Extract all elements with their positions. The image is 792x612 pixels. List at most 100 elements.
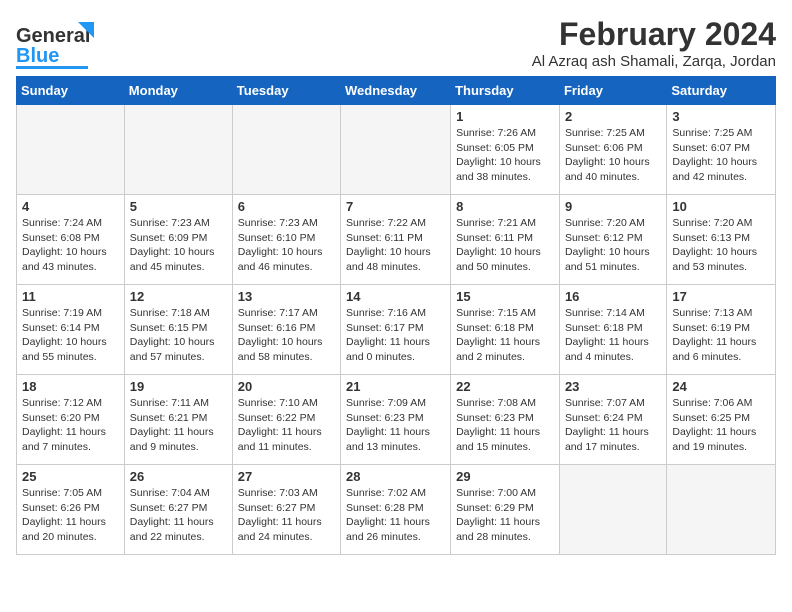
calendar-cell: 2 Sunrise: 7:25 AM Sunset: 6:06 PM Daylig… <box>559 105 666 195</box>
day-number: 14 <box>346 289 445 304</box>
day-number: 13 <box>238 289 335 304</box>
day-of-week-header: Friday <box>559 77 666 105</box>
calendar-table: SundayMondayTuesdayWednesdayThursdayFrid… <box>16 76 776 555</box>
day-of-week-header: Thursday <box>451 77 560 105</box>
day-info: Sunrise: 7:25 AM Sunset: 6:06 PM Dayligh… <box>565 126 661 185</box>
calendar-week-row: 11Sunrise: 7:19 AM Sunset: 6:14 PM Dayli… <box>17 285 776 375</box>
day-info: Sunrise: 7:25 AM Sunset: 6:07 PM Dayligh… <box>672 126 770 185</box>
calendar-cell: 26Sunrise: 7:04 AM Sunset: 6:27 PM Dayli… <box>124 465 232 555</box>
calendar-cell: 13Sunrise: 7:17 AM Sunset: 6:16 PM Dayli… <box>232 285 340 375</box>
calendar-week-row: 4 Sunrise: 7:24 AM Sunset: 6:08 PM Daylig… <box>17 195 776 285</box>
day-info: Sunrise: 7:26 AM Sunset: 6:05 PM Dayligh… <box>456 126 554 185</box>
calendar-cell: 28Sunrise: 7:02 AM Sunset: 6:28 PM Dayli… <box>341 465 451 555</box>
day-info: Sunrise: 7:19 AM Sunset: 6:14 PM Dayligh… <box>22 306 119 365</box>
calendar-cell: 27Sunrise: 7:03 AM Sunset: 6:27 PM Dayli… <box>232 465 340 555</box>
calendar-cell: 8 Sunrise: 7:21 AM Sunset: 6:11 PM Daylig… <box>451 195 560 285</box>
day-info: Sunrise: 7:07 AM Sunset: 6:24 PM Dayligh… <box>565 396 661 455</box>
calendar-cell: 4 Sunrise: 7:24 AM Sunset: 6:08 PM Daylig… <box>17 195 125 285</box>
day-info: Sunrise: 7:10 AM Sunset: 6:22 PM Dayligh… <box>238 396 335 455</box>
day-info: Sunrise: 7:13 AM Sunset: 6:19 PM Dayligh… <box>672 306 770 365</box>
calendar-cell: 9Sunrise: 7:20 AM Sunset: 6:12 PM Daylig… <box>559 195 666 285</box>
day-number: 22 <box>456 379 554 394</box>
calendar-cell: 29 Sunrise: 7:00 AM Sunset: 6:29 PM Dayli… <box>451 465 560 555</box>
calendar-cell: 23 Sunrise: 7:07 AM Sunset: 6:24 PM Dayli… <box>559 375 666 465</box>
day-number: 1 <box>456 109 554 124</box>
calendar-cell <box>667 465 776 555</box>
location: Al Azraq ash Shamali, Zarqa, Jordan <box>532 53 776 70</box>
day-info: Sunrise: 7:21 AM Sunset: 6:11 PM Dayligh… <box>456 216 554 275</box>
calendar-cell: 22 Sunrise: 7:08 AM Sunset: 6:23 PM Dayli… <box>451 375 560 465</box>
day-of-week-header: Monday <box>124 77 232 105</box>
day-info: Sunrise: 7:11 AM Sunset: 6:21 PM Dayligh… <box>130 396 227 455</box>
title-area: February 2024 Al Azraq ash Shamali, Zarq… <box>532 16 776 70</box>
calendar-cell: 18Sunrise: 7:12 AM Sunset: 6:20 PM Dayli… <box>17 375 125 465</box>
calendar-cell <box>17 105 125 195</box>
day-info: Sunrise: 7:08 AM Sunset: 6:23 PM Dayligh… <box>456 396 554 455</box>
day-of-week-header: Sunday <box>17 77 125 105</box>
calendar-cell: 16 Sunrise: 7:14 AM Sunset: 6:18 PM Dayli… <box>559 285 666 375</box>
calendar-cell: 14 Sunrise: 7:16 AM Sunset: 6:17 PM Dayli… <box>341 285 451 375</box>
day-number: 4 <box>22 199 119 214</box>
day-number: 2 <box>565 109 661 124</box>
day-number: 17 <box>672 289 770 304</box>
calendar-cell: 20 Sunrise: 7:10 AM Sunset: 6:22 PM Dayli… <box>232 375 340 465</box>
calendar-cell: 3 Sunrise: 7:25 AM Sunset: 6:07 PM Daylig… <box>667 105 776 195</box>
calendar-cell: 6 Sunrise: 7:23 AM Sunset: 6:10 PM Daylig… <box>232 195 340 285</box>
day-info: Sunrise: 7:16 AM Sunset: 6:17 PM Dayligh… <box>346 306 445 365</box>
day-info: Sunrise: 7:22 AM Sunset: 6:11 PM Dayligh… <box>346 216 445 275</box>
logo-svg: General Blue <box>16 20 106 72</box>
calendar-cell: 1 Sunrise: 7:26 AM Sunset: 6:05 PM Daylig… <box>451 105 560 195</box>
calendar-cell: 10 Sunrise: 7:20 AM Sunset: 6:13 PM Dayli… <box>667 195 776 285</box>
day-info: Sunrise: 7:06 AM Sunset: 6:25 PM Dayligh… <box>672 396 770 455</box>
day-info: Sunrise: 7:00 AM Sunset: 6:29 PM Dayligh… <box>456 486 554 545</box>
calendar-cell: 5 Sunrise: 7:23 AM Sunset: 6:09 PM Daylig… <box>124 195 232 285</box>
day-number: 24 <box>672 379 770 394</box>
day-info: Sunrise: 7:18 AM Sunset: 6:15 PM Dayligh… <box>130 306 227 365</box>
day-of-week-header: Saturday <box>667 77 776 105</box>
calendar-cell: 19 Sunrise: 7:11 AM Sunset: 6:21 PM Dayli… <box>124 375 232 465</box>
calendar-cell: 11Sunrise: 7:19 AM Sunset: 6:14 PM Dayli… <box>17 285 125 375</box>
day-info: Sunrise: 7:14 AM Sunset: 6:18 PM Dayligh… <box>565 306 661 365</box>
day-info: Sunrise: 7:15 AM Sunset: 6:18 PM Dayligh… <box>456 306 554 365</box>
calendar-cell: 17 Sunrise: 7:13 AM Sunset: 6:19 PM Dayli… <box>667 285 776 375</box>
day-info: Sunrise: 7:04 AM Sunset: 6:27 PM Dayligh… <box>130 486 227 545</box>
calendar-cell: 15 Sunrise: 7:15 AM Sunset: 6:18 PM Dayli… <box>451 285 560 375</box>
svg-text:General: General <box>16 25 90 47</box>
day-number: 10 <box>672 199 770 214</box>
day-info: Sunrise: 7:20 AM Sunset: 6:13 PM Dayligh… <box>672 216 770 275</box>
day-number: 16 <box>565 289 661 304</box>
day-number: 29 <box>456 469 554 484</box>
day-number: 5 <box>130 199 227 214</box>
day-number: 7 <box>346 199 445 214</box>
day-of-week-header: Tuesday <box>232 77 340 105</box>
calendar-week-row: 18Sunrise: 7:12 AM Sunset: 6:20 PM Dayli… <box>17 375 776 465</box>
day-info: Sunrise: 7:24 AM Sunset: 6:08 PM Dayligh… <box>22 216 119 275</box>
day-number: 3 <box>672 109 770 124</box>
day-info: Sunrise: 7:09 AM Sunset: 6:23 PM Dayligh… <box>346 396 445 455</box>
day-info: Sunrise: 7:23 AM Sunset: 6:10 PM Dayligh… <box>238 216 335 275</box>
calendar-cell <box>232 105 340 195</box>
day-number: 8 <box>456 199 554 214</box>
calendar-cell <box>559 465 666 555</box>
calendar-cell: 7 Sunrise: 7:22 AM Sunset: 6:11 PM Daylig… <box>341 195 451 285</box>
day-number: 23 <box>565 379 661 394</box>
calendar-cell: 21 Sunrise: 7:09 AM Sunset: 6:23 PM Dayli… <box>341 375 451 465</box>
day-number: 20 <box>238 379 335 394</box>
day-number: 6 <box>238 199 335 214</box>
day-info: Sunrise: 7:05 AM Sunset: 6:26 PM Dayligh… <box>22 486 119 545</box>
calendar-week-row: 1 Sunrise: 7:26 AM Sunset: 6:05 PM Daylig… <box>17 105 776 195</box>
header: General Blue February 2024 Al Azraq ash … <box>16 16 776 72</box>
day-number: 19 <box>130 379 227 394</box>
day-info: Sunrise: 7:02 AM Sunset: 6:28 PM Dayligh… <box>346 486 445 545</box>
day-number: 21 <box>346 379 445 394</box>
calendar-header-row: SundayMondayTuesdayWednesdayThursdayFrid… <box>17 77 776 105</box>
day-info: Sunrise: 7:12 AM Sunset: 6:20 PM Dayligh… <box>22 396 119 455</box>
calendar-cell <box>124 105 232 195</box>
day-number: 12 <box>130 289 227 304</box>
day-info: Sunrise: 7:23 AM Sunset: 6:09 PM Dayligh… <box>130 216 227 275</box>
day-number: 27 <box>238 469 335 484</box>
calendar-cell <box>341 105 451 195</box>
svg-text:Blue: Blue <box>16 45 59 67</box>
day-number: 15 <box>456 289 554 304</box>
day-of-week-header: Wednesday <box>341 77 451 105</box>
